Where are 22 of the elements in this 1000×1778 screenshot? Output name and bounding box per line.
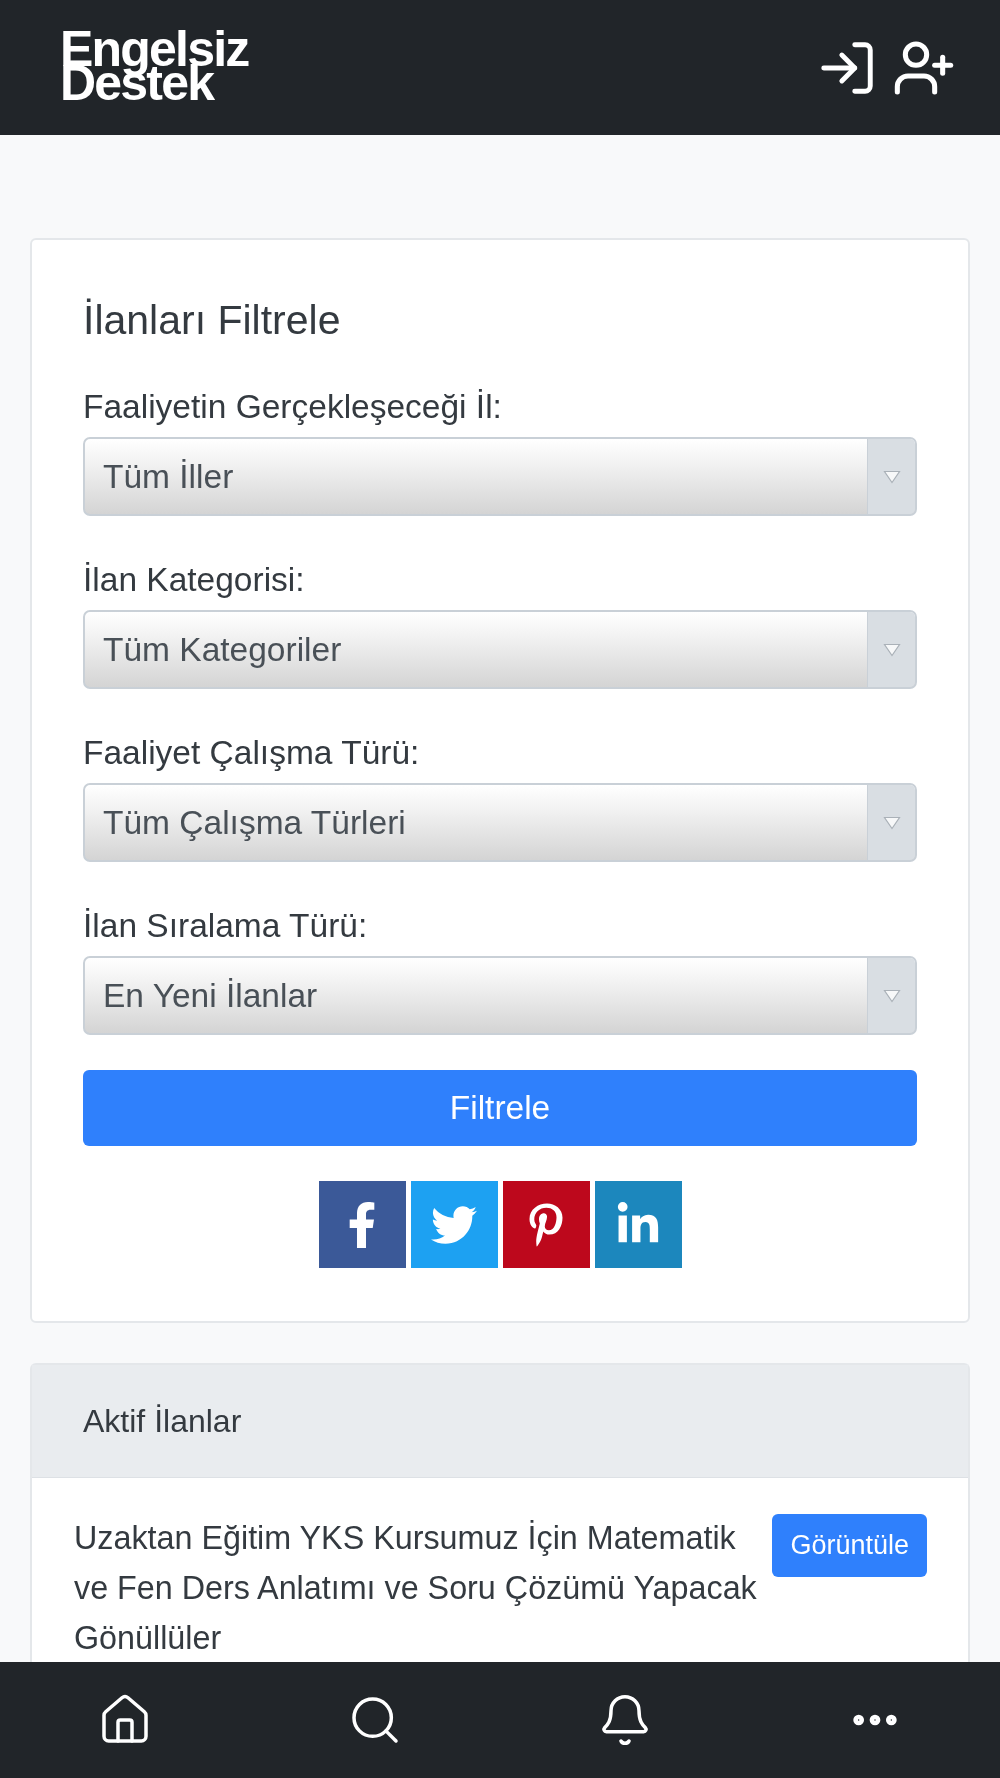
field-label: Faaliyetin Gerçekleşeceği İl: <box>83 388 503 426</box>
filter-title: İlanları Filtrele <box>83 296 342 344</box>
listing-title: Uzaktan Eğitim YKS Kursumuz İçin Matematik ve Fen Ders Anlatımı ve Soru Çözümü Yapacak Gönüllüler <box>74 1519 758 1658</box>
filter-button[interactable]: Filtrele <box>83 1070 917 1146</box>
view-button[interactable]: Görüntüle <box>772 1514 927 1577</box>
caret-icon <box>867 439 915 514</box>
share-button[interactable] <box>318 1181 406 1268</box>
site-logo[interactable]: Engelsiz Destek <box>60 27 249 106</box>
caret-icon <box>867 612 915 687</box>
select-field[interactable]: Tüm İller <box>83 437 917 516</box>
caret-icon <box>867 958 915 1033</box>
share-button[interactable] <box>502 1181 590 1268</box>
select-field[interactable]: En Yeni İlanlar <box>83 956 917 1035</box>
panel-header: Aktif İlanlar <box>32 1365 968 1478</box>
share-button[interactable] <box>594 1181 682 1268</box>
field-label: İlan Sıralama Türü: <box>83 907 369 945</box>
select-field[interactable]: Tüm Kategoriler <box>83 610 917 689</box>
caret-icon <box>867 785 915 860</box>
share-button[interactable] <box>410 1181 498 1268</box>
field-label: İlan Kategorisi: <box>83 561 306 599</box>
select-field[interactable]: Tüm Çalışma Türleri <box>83 783 917 862</box>
field-label: Faaliyet Çalışma Türü: <box>83 734 421 772</box>
